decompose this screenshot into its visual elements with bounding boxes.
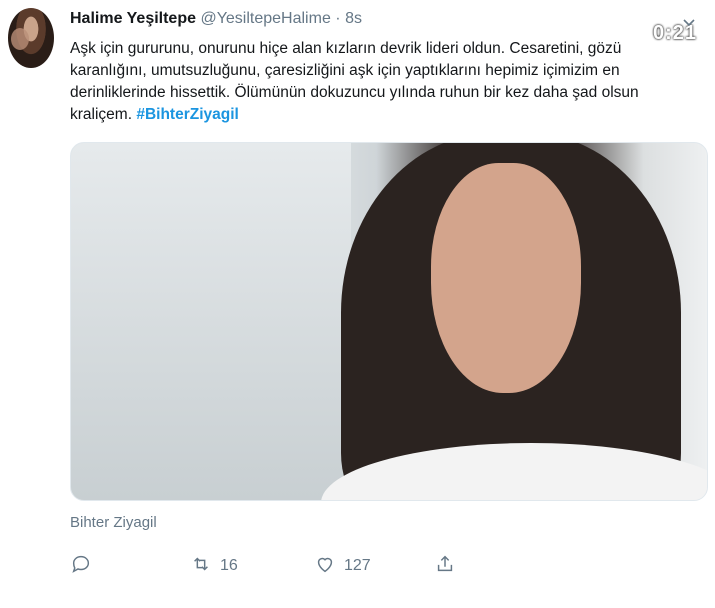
author-name[interactable]: Halime Yeşiltepe (70, 10, 196, 27)
retweet-count: 16 (220, 557, 238, 574)
reply-button[interactable] (70, 553, 100, 579)
tweet-time[interactable]: 8s (345, 10, 362, 27)
retweet-icon (190, 553, 212, 580)
author-handle[interactable]: @YesiltepeHalime (200, 10, 330, 27)
tweet-header: Halime Yeşiltepe @YesiltepeHalime · 8s (70, 10, 362, 28)
retweet-button[interactable]: 16 (190, 553, 238, 579)
media-caption: Bihter Ziyagil (70, 514, 157, 531)
separator: · (335, 10, 341, 27)
like-count: 127 (344, 557, 371, 574)
heart-icon (314, 553, 336, 580)
share-button[interactable] (434, 553, 456, 579)
reply-icon (70, 553, 92, 580)
share-icon (434, 553, 456, 580)
chevron-down-icon[interactable] (681, 14, 697, 30)
tweet-actions: 16 127 (70, 553, 470, 579)
avatar[interactable] (8, 8, 54, 68)
tweet-media-image[interactable] (70, 142, 708, 501)
hashtag-link[interactable]: #BihterZiyagil (136, 106, 239, 123)
like-button[interactable]: 127 (314, 553, 371, 579)
tweet-text: Aşk için gururunu, onurunu hiçe alan kız… (70, 38, 702, 126)
